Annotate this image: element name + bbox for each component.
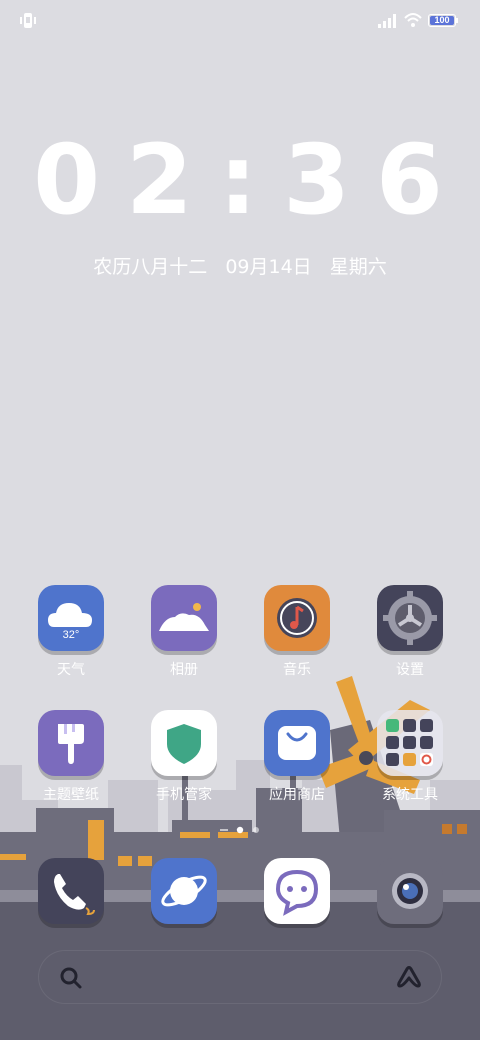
search-bar[interactable] — [38, 950, 442, 1004]
app-phone-manager[interactable]: 手机管家 — [134, 710, 234, 804]
chat-icon — [264, 858, 330, 924]
weather-icon: 32° — [38, 585, 104, 651]
app-settings[interactable]: 设置 — [360, 585, 460, 679]
app-label: 系统工具 — [382, 787, 438, 803]
app-label: 手机管家 — [156, 787, 212, 803]
lunar-date: 农历八月十二 — [93, 256, 208, 278]
battery-level: 100 — [434, 15, 450, 25]
app-label: 主题壁纸 — [43, 787, 99, 803]
date-line[interactable]: 农历八月十二 09月14日 星期六 — [0, 252, 480, 279]
wifi-icon — [404, 13, 422, 27]
app-weather[interactable]: 32° 天气 — [21, 585, 121, 679]
status-bar: 100 — [0, 0, 480, 40]
calendar-date: 09月14日 — [225, 256, 312, 278]
app-label: 应用商店 — [269, 787, 325, 803]
app-themes[interactable]: 主题壁纸 — [21, 710, 121, 804]
app-label: 相册 — [170, 662, 198, 678]
music-icon — [264, 585, 330, 651]
app-label: 设置 — [396, 662, 424, 678]
battery-tip — [456, 18, 458, 23]
photo-icon — [151, 585, 217, 651]
page-indicator[interactable] — [216, 826, 264, 834]
assistant-icon[interactable] — [394, 964, 424, 990]
app-gallery[interactable]: 相册 — [134, 585, 234, 679]
shopping-bag-icon — [264, 710, 330, 776]
vibrate-icon — [20, 13, 36, 28]
app-label: 天气 — [57, 662, 85, 678]
folder-icon — [377, 710, 443, 776]
app-label: 音乐 — [283, 662, 311, 678]
clock-time[interactable]: 02:36 — [0, 124, 480, 236]
search-icon — [60, 967, 82, 989]
signal-icon — [378, 14, 396, 28]
dock-camera[interactable] — [360, 858, 460, 924]
dock-browser[interactable] — [134, 858, 234, 924]
app-store[interactable]: 应用商店 — [247, 710, 347, 804]
app-music[interactable]: 音乐 — [247, 585, 347, 679]
camera-icon — [377, 858, 443, 924]
dock-messages[interactable] — [247, 858, 347, 924]
weekday: 星期六 — [329, 256, 387, 278]
planet-icon — [151, 858, 217, 924]
phone-icon — [38, 858, 104, 924]
page-dot-1 — [220, 829, 228, 831]
shield-icon — [151, 710, 217, 776]
dock-phone[interactable] — [21, 858, 121, 924]
battery-indicator: 100 — [428, 14, 456, 27]
folder-system-tools[interactable]: 系统工具 — [360, 710, 460, 804]
page-dot-2 — [236, 826, 244, 834]
weather-temp: 32° — [62, 629, 80, 641]
paintbrush-icon — [38, 710, 104, 776]
gear-icon — [377, 585, 443, 651]
page-dot-3 — [253, 827, 259, 833]
